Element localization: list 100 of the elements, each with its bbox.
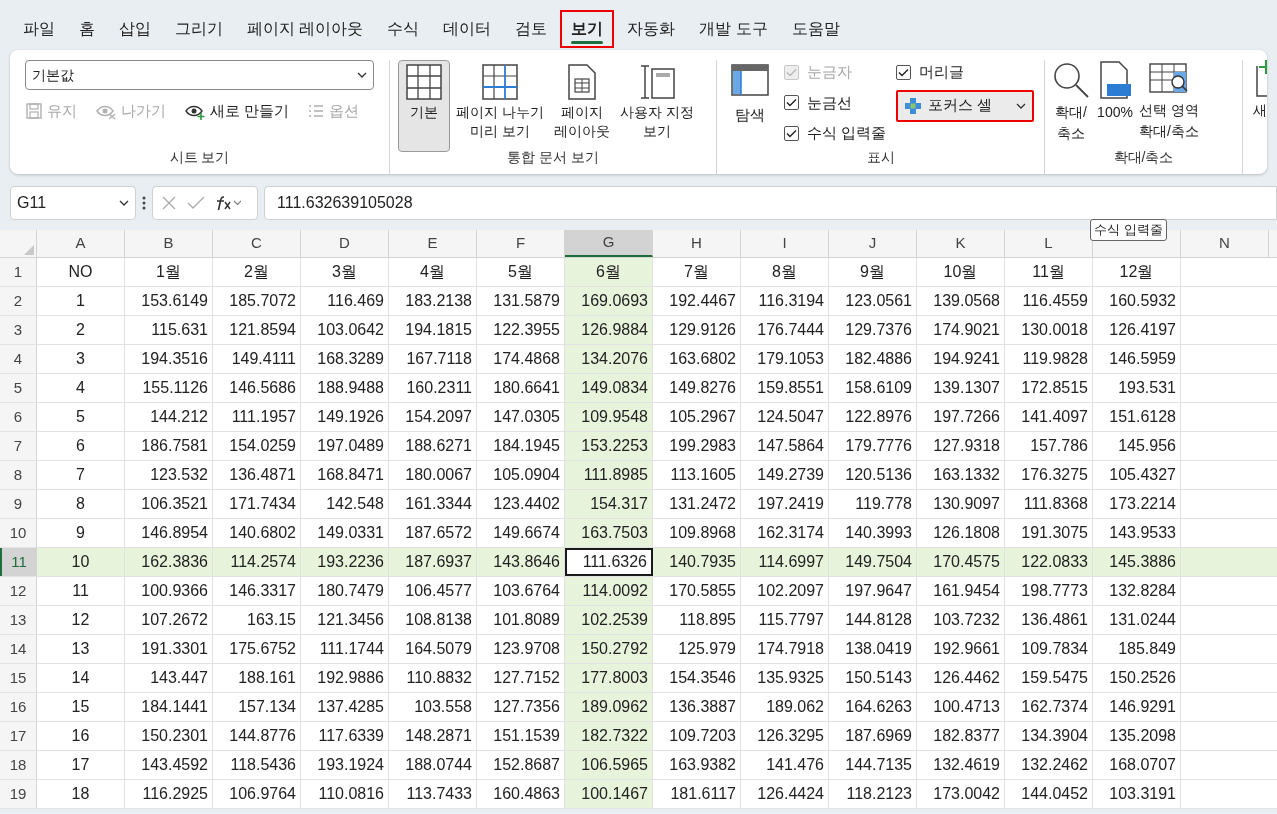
name-box[interactable]: G11 [10, 186, 136, 220]
table-cell: 126.1808 [917, 519, 1005, 547]
table-cell: 161.3344 [389, 490, 477, 518]
table-cell: 122.8976 [829, 403, 917, 431]
chevron-down-icon [357, 72, 367, 78]
row-header[interactable]: 8 [0, 461, 37, 489]
ribbon-tab[interactable]: 그리기 [164, 10, 234, 48]
row-header[interactable]: 18 [0, 751, 37, 779]
table-cell: 148.2871 [389, 722, 477, 750]
table-cell: 197.7266 [917, 403, 1005, 431]
table-cell: 16 [37, 722, 125, 750]
zoom-button[interactable]: 선택 영역 확대/축소 [1139, 60, 1199, 142]
column-header[interactable]: A [37, 230, 125, 257]
column-header[interactable]: E [389, 230, 477, 257]
more-icon[interactable] [142, 196, 146, 210]
checkbox[interactable]: 머리글 [895, 61, 1034, 84]
sheet-view-button[interactable]: 새로 만들기 [184, 100, 290, 123]
row-header[interactable]: 9 [0, 490, 37, 518]
row-header[interactable]: 13 [0, 606, 37, 634]
ribbon-tab[interactable]: 자동화 [616, 10, 687, 48]
table-cell: 154.317 [565, 490, 653, 518]
table-cell: 144.8128 [829, 606, 917, 634]
column-header[interactable]: H [653, 230, 741, 257]
table-cell: 109.7203 [653, 722, 741, 750]
ribbon-tab[interactable]: 파일 [12, 10, 66, 48]
ribbon-tab[interactable]: 데이터 [432, 10, 503, 48]
zoom-button[interactable]: 확대/ 축소 [1051, 60, 1091, 144]
column-header[interactable]: K [917, 230, 1005, 257]
table-cell: 106.4577 [389, 577, 477, 605]
dropdown-value: 기본값 [32, 65, 74, 85]
ribbon-tab[interactable]: 삽입 [108, 10, 162, 48]
checkbox[interactable]: 수식 입력줄 [783, 122, 886, 145]
table-cell: 4 [37, 374, 125, 402]
table-cell: 126.4462 [917, 664, 1005, 692]
focus-cell-button[interactable]: 포커스 셀 [895, 89, 1034, 122]
function-icon[interactable] [215, 195, 241, 211]
table-cell: 188.0744 [389, 751, 477, 779]
row-header[interactable]: 1 [0, 258, 37, 286]
column-header[interactable]: B [125, 230, 213, 257]
row-header[interactable]: 10 [0, 519, 37, 547]
table-cell: 173.0042 [917, 780, 1005, 808]
document-icon [566, 63, 597, 101]
table-cell: 121.3456 [301, 606, 389, 634]
row-header[interactable]: 11 [0, 548, 37, 576]
table-cell: 109.9548 [565, 403, 653, 431]
table-cell: 18 [37, 780, 125, 808]
table-cell: 103.558 [389, 693, 477, 721]
row-header[interactable]: 7 [0, 432, 37, 460]
table-cell: 192.4467 [653, 287, 741, 315]
table-cell: 191.3075 [1005, 519, 1093, 547]
ribbon-tab[interactable]: 보기 [560, 10, 615, 48]
row-header[interactable]: 15 [0, 664, 37, 692]
ribbon-tab[interactable]: 페이지 레이아웃 [236, 10, 375, 48]
table-cell: 131.2472 [653, 490, 741, 518]
table-cell: 180.0067 [389, 461, 477, 489]
view-button[interactable]: 사용자 지정 보기 [615, 60, 698, 152]
table-cell: 198.7773 [1005, 577, 1093, 605]
column-header[interactable]: N [1181, 230, 1269, 257]
row-header[interactable]: 14 [0, 635, 37, 663]
view-button[interactable]: 기본 [398, 60, 450, 152]
table-cell: 11월 [1005, 258, 1093, 286]
table-cell: 149.2739 [741, 461, 829, 489]
row-header[interactable]: 6 [0, 403, 37, 431]
table-cell: 194.1815 [389, 316, 477, 344]
row-header[interactable]: 16 [0, 693, 37, 721]
table-cell: 103.7232 [917, 606, 1005, 634]
chevron-down-icon [1016, 102, 1026, 109]
row-header[interactable]: 3 [0, 316, 37, 344]
row-header[interactable]: 2 [0, 287, 37, 315]
checkbox[interactable]: 눈금선 [783, 91, 886, 114]
table-cell: 153.2253 [565, 432, 653, 460]
navigation-button[interactable]: 탐색 [727, 60, 774, 145]
row-header[interactable]: 12 [0, 577, 37, 605]
table-cell: 119.9828 [1005, 345, 1093, 373]
table-cell: 168.0707 [1093, 751, 1181, 779]
ribbon-tab[interactable]: 수식 [376, 10, 431, 48]
cut-button-label[interactable]: 새 [1253, 100, 1267, 121]
table-cell: 159.8551 [741, 374, 829, 402]
triangle-icon [24, 245, 34, 255]
row-header[interactable]: 4 [0, 345, 37, 373]
ribbon-tab[interactable]: 검토 [504, 10, 559, 48]
column-header[interactable]: D [301, 230, 389, 257]
ribbon-tab[interactable]: 홈 [68, 10, 106, 48]
row-header[interactable]: 17 [0, 722, 37, 750]
sheet-view-dropdown[interactable]: 기본값 [25, 60, 374, 90]
row-header[interactable]: 19 [0, 780, 37, 808]
column-header[interactable]: I [741, 230, 829, 257]
column-header[interactable]: J [829, 230, 917, 257]
ribbon-tab[interactable]: 개발 도구 [688, 10, 779, 48]
table-cell: 193.531 [1093, 374, 1181, 402]
check-icon[interactable] [187, 196, 205, 210]
ribbon-tab[interactable]: 도움말 [780, 10, 851, 48]
zoom-button[interactable]: 100% [1097, 60, 1133, 123]
column-header[interactable]: C [213, 230, 301, 257]
formula-input[interactable]: 111.632639105028 [264, 186, 1277, 220]
table-cell: 197.0489 [301, 432, 389, 460]
row-header[interactable]: 5 [0, 374, 37, 402]
column-header[interactable]: G [565, 230, 653, 257]
cancel-icon[interactable] [161, 195, 177, 211]
table-cell: 181.6117 [653, 780, 741, 808]
